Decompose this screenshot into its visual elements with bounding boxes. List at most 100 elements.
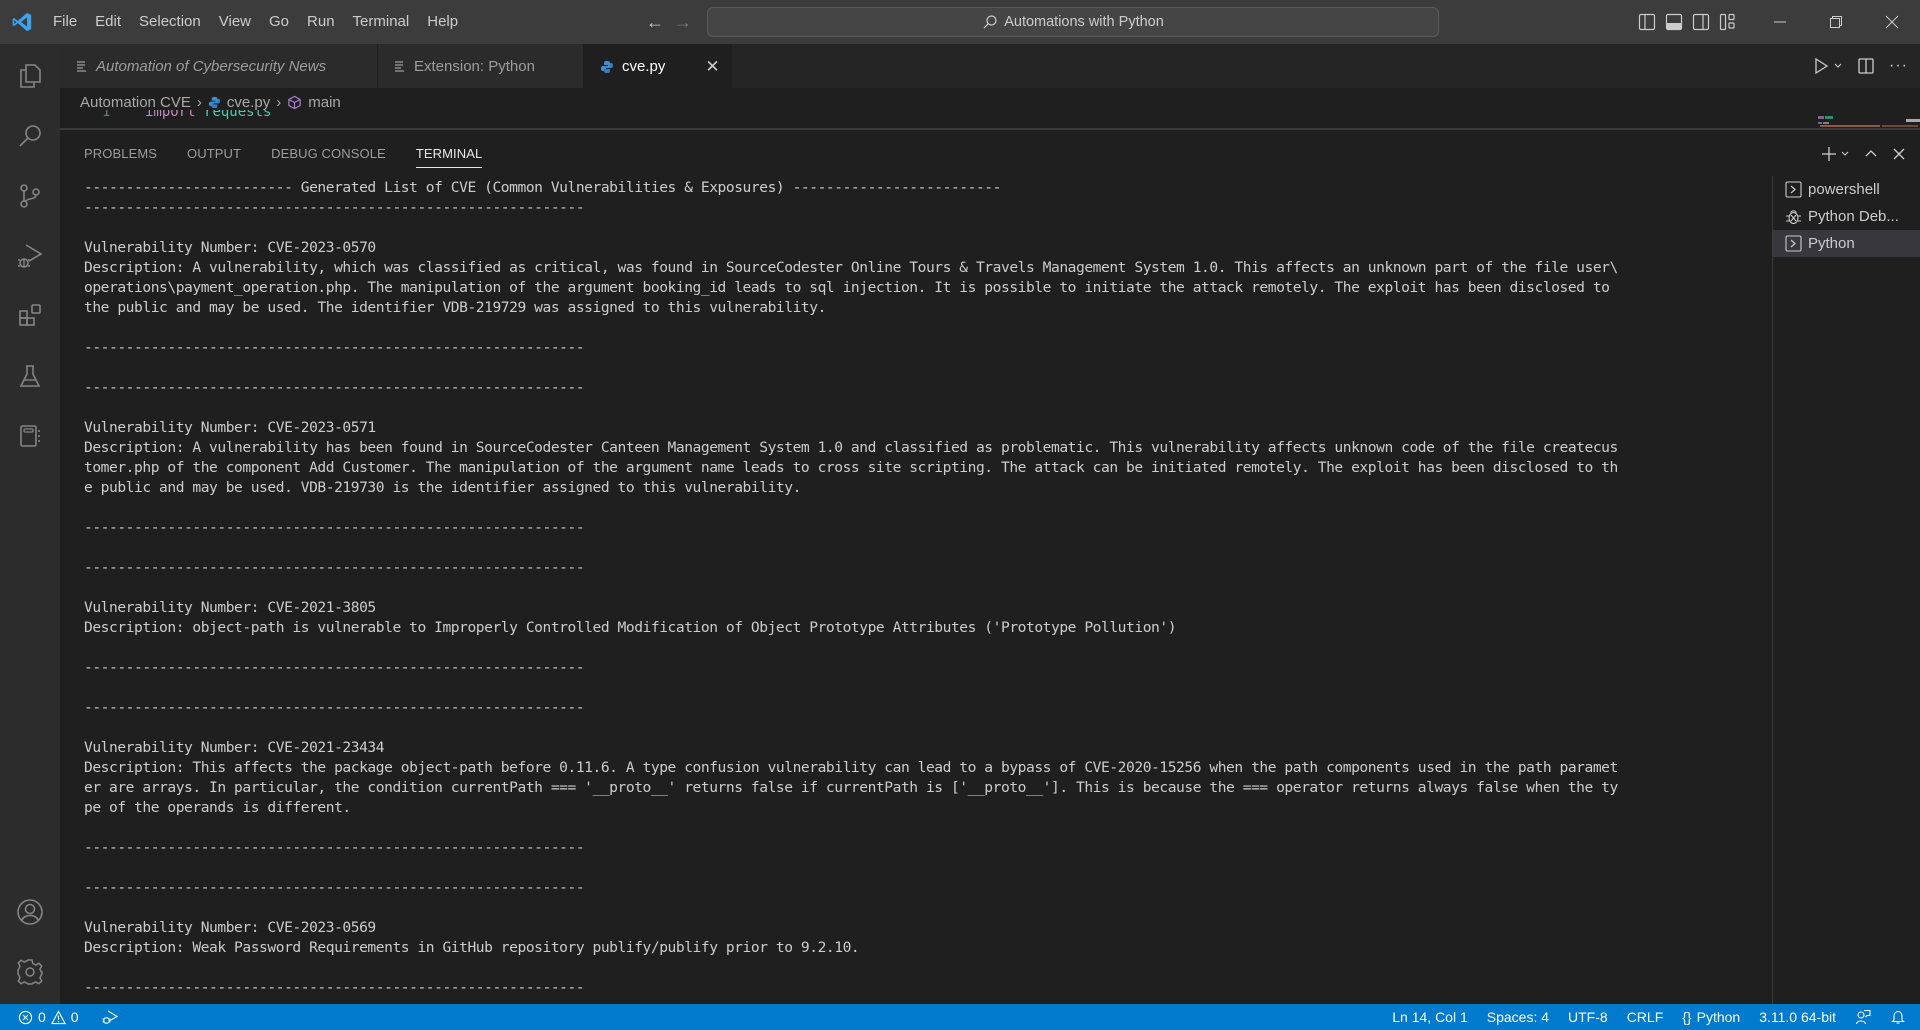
terminal-line: Vulnerability Number: CVE-2023-0570 [84, 239, 376, 256]
terminal-line: ----------------------------------------… [84, 879, 585, 896]
terminal-line: Description: Weak Password Requirements … [84, 939, 860, 956]
symbol-method-icon [287, 95, 302, 110]
command-center-label: Automations with Python [1004, 14, 1164, 30]
breadcrumb-symbol[interactable]: main [308, 94, 341, 111]
indentation[interactable]: Spaces: 4 [1487, 1009, 1549, 1025]
tab-automation-news[interactable]: Automation of Cybersecurity News [60, 44, 378, 88]
close-panel-icon[interactable] [1892, 147, 1906, 161]
tab-extension-python[interactable]: Extension: Python [378, 44, 584, 88]
new-terminal-icon[interactable] [1821, 146, 1850, 162]
line-ending[interactable]: CRLF [1627, 1009, 1664, 1025]
breadcrumb-folder[interactable]: Automation CVE [80, 94, 191, 111]
restore-button[interactable] [1808, 0, 1864, 44]
tab-label: Extension: Python [414, 57, 535, 75]
menu-selection[interactable]: Selection [130, 0, 210, 44]
tab-label: Automation of Cybersecurity News [96, 57, 327, 75]
code-line: import requests [145, 110, 271, 120]
activity-accounts[interactable] [0, 884, 60, 940]
python-interpreter[interactable]: 3.11.0 64-bit [1759, 1009, 1836, 1025]
toggle-primary-sidebar-icon[interactable] [1638, 13, 1656, 31]
customize-layout-icon[interactable] [1719, 13, 1737, 31]
forward-arrow-icon[interactable]: → [674, 12, 692, 33]
editor-tabs: Automation of Cybersecurity News Extensi… [60, 44, 1920, 88]
more-actions-icon[interactable]: ··· [1889, 57, 1908, 75]
debug-status[interactable] [101, 1009, 119, 1025]
activity-explorer[interactable] [0, 48, 60, 104]
maximize-panel-icon[interactable] [1864, 147, 1878, 161]
source-control-icon [16, 182, 44, 210]
menu-go[interactable]: Go [260, 0, 298, 44]
language-mode[interactable]: {} Python [1682, 1009, 1740, 1025]
toggle-secondary-sidebar-icon[interactable] [1692, 13, 1710, 31]
menu-help[interactable]: Help [418, 0, 467, 44]
cursor-position[interactable]: Ln 14, Col 1 [1392, 1009, 1468, 1025]
extensions-icon [16, 302, 44, 330]
problems-status[interactable]: 0 0 [18, 1009, 79, 1025]
terminal-line: ----------------------------------------… [84, 979, 585, 996]
tab-terminal[interactable]: TERMINAL [415, 130, 483, 178]
terminal-label: powershell [1808, 181, 1880, 198]
terminal-icon [1785, 181, 1802, 198]
run-debug-icon [15, 241, 45, 271]
toggle-panel-icon[interactable] [1665, 13, 1683, 31]
activity-notebook[interactable] [0, 408, 60, 464]
terminal-output[interactable]: ------------------------- Generated List… [84, 178, 1804, 1004]
menu-view[interactable]: View [210, 0, 260, 44]
activity-bar [0, 44, 60, 1004]
activity-testing[interactable] [0, 348, 60, 404]
debug-icon [1785, 208, 1802, 225]
terminal-list: powershell Python Deb... Python [1772, 176, 1920, 1004]
terminal-line: Description: A vulnerability, which was … [84, 259, 1618, 276]
menu-file[interactable]: File [44, 0, 86, 44]
minimize-button[interactable] [1752, 0, 1808, 44]
activity-source-control[interactable] [0, 168, 60, 224]
terminal-label: Python Deb... [1808, 208, 1899, 225]
menu-edit[interactable]: Edit [86, 0, 130, 44]
editor-code-peek[interactable]: 1 import requests [60, 110, 1760, 128]
close-tab-icon[interactable]: ✕ [705, 57, 719, 77]
tab-cve-py[interactable]: cve.py ✕ [584, 44, 732, 88]
menu-run[interactable]: Run [298, 0, 344, 44]
tab-output[interactable]: OUTPUT [187, 130, 241, 178]
terminal-line: Vulnerability Number: CVE-2023-0569 [84, 919, 376, 936]
tab-debug-console[interactable]: DEBUG CONSOLE [271, 130, 386, 178]
warning-count: 0 [70, 1009, 79, 1025]
terminal-line: ----------------------------------------… [84, 339, 585, 356]
tab-problems[interactable]: PROBLEMS [84, 130, 157, 178]
activity-run-debug[interactable] [0, 228, 60, 284]
panel-actions [1821, 130, 1906, 178]
feedback-button[interactable] [1855, 1009, 1871, 1025]
back-arrow-icon[interactable]: ← [646, 12, 664, 33]
activity-manage[interactable] [0, 944, 60, 1000]
terminal-item-python[interactable]: Python [1773, 230, 1920, 257]
command-center-search[interactable]: Automations with Python [707, 7, 1439, 37]
braces-icon: {} [1682, 1009, 1692, 1025]
search-icon [16, 122, 44, 150]
terminal-line: Description: object-path is vulnerable t… [84, 619, 1177, 636]
notifications-button[interactable] [1890, 1009, 1906, 1025]
activity-extensions[interactable] [0, 288, 60, 344]
run-python-file-icon[interactable] [1813, 57, 1843, 75]
python-icon [600, 60, 614, 74]
close-window-button[interactable] [1864, 0, 1920, 44]
terminal-item-powershell[interactable]: powershell [1773, 176, 1920, 203]
breadcrumb-file[interactable]: cve.py [227, 94, 270, 111]
encoding[interactable]: UTF-8 [1568, 1009, 1608, 1025]
activity-search[interactable] [0, 108, 60, 164]
terminal-line: tomer.php of the component Add Customer.… [84, 459, 1618, 476]
split-editor-icon[interactable] [1857, 57, 1875, 75]
error-count: 0 [38, 1009, 46, 1025]
chevron-right-icon: › [196, 93, 202, 111]
menu-terminal[interactable]: Terminal [344, 0, 419, 44]
terminal-item-python-debug[interactable]: Python Deb... [1773, 203, 1920, 230]
gear-icon [15, 957, 45, 987]
notebook-icon [16, 422, 44, 450]
terminal-line: Description: A vulnerability has been fo… [84, 439, 1618, 456]
